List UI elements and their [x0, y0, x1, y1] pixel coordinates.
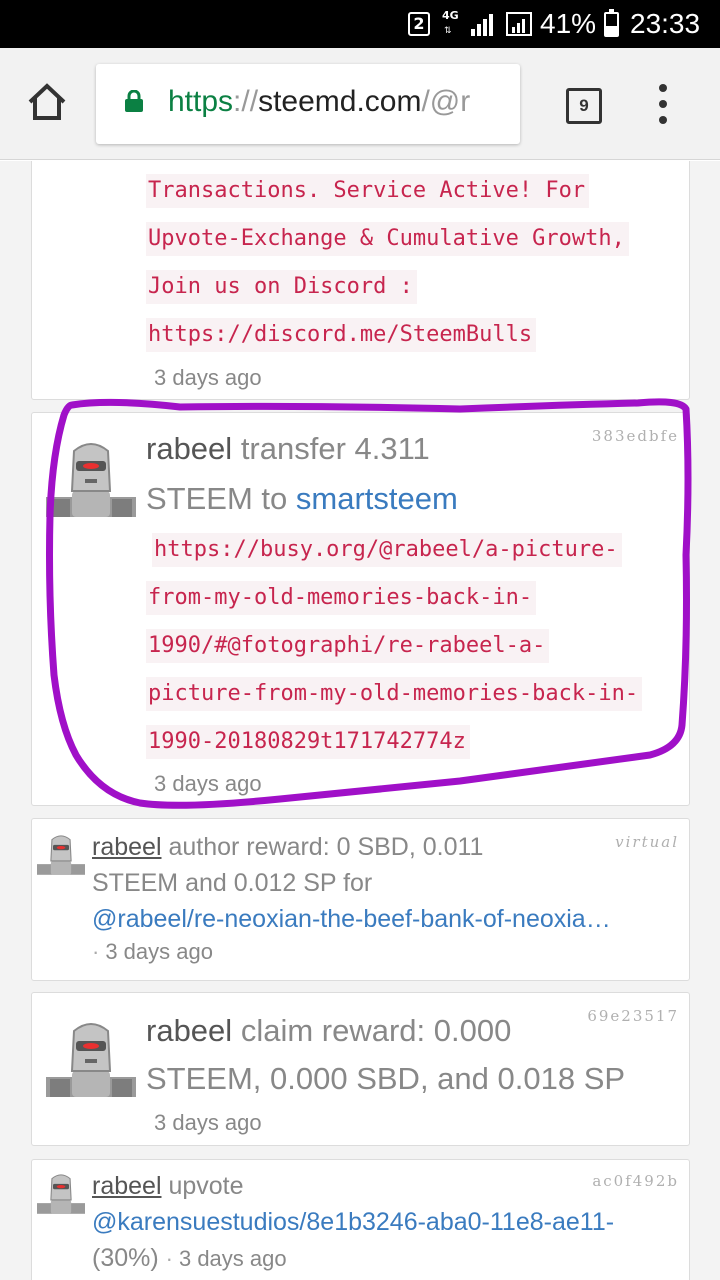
activity-text-line2: @karensuestudios/8e1b3246-aba0-11e8-ae11…	[92, 1204, 614, 1240]
tx-hash[interactable]: 383edbfe	[592, 427, 679, 445]
network-type: 4G	[442, 9, 459, 22]
robot-avatar-icon	[46, 443, 136, 517]
battery-level-fill	[606, 26, 617, 35]
permlink[interactable]: @karensuestudios/8e1b3246-aba0-11e8-ae11…	[92, 1208, 614, 1236]
menu-dot-icon	[659, 100, 667, 108]
battery-percent: 41%	[540, 8, 597, 39]
data-activity-icon: ⇅	[444, 25, 452, 35]
activity-card-author-reward: virtual rabeel author reward: 0 SBD, 0.0…	[31, 818, 690, 981]
signal-strength-2-icon	[506, 12, 532, 36]
separator-dot: ·	[92, 939, 100, 964]
memo-line: https://busy.org/@rabeel/a-picture-	[152, 533, 622, 567]
robot-avatar-icon	[37, 1174, 85, 1214]
activity-action: upvote	[168, 1172, 244, 1200]
recipient-link[interactable]: smartsteem	[296, 481, 458, 516]
home-icon	[28, 83, 66, 120]
activity-card-claim-reward: 69e23517 rabeel claim reward: 0.000 STEE…	[31, 992, 690, 1146]
activity-feed[interactable]: Transactions. Service Active! For Upvote…	[0, 161, 720, 1280]
username-link[interactable]: rabeel	[146, 1013, 232, 1048]
sim-slot-indicator: 2	[408, 12, 430, 36]
memo-line: Join us on Discord :	[146, 270, 417, 304]
menu-dot-icon	[659, 116, 667, 124]
timestamp: 3 days ago	[105, 939, 213, 964]
activity-action: author reward: 0 SBD, 0.011	[168, 833, 484, 861]
url-text: https://steemd.com/@r	[168, 84, 470, 120]
tx-hash: virtual	[615, 833, 679, 851]
memo-line: picture-from-my-old-memories-back-in-	[146, 677, 643, 711]
username-link[interactable]: rabeel	[92, 833, 162, 861]
menu-dot-icon	[659, 84, 667, 92]
home-button[interactable]	[26, 82, 68, 122]
robot-avatar-icon	[46, 1023, 136, 1097]
activity-text-line3: (30%) · 3 days ago	[92, 1240, 287, 1277]
memo-line: 1990-20180829t171742774z	[146, 725, 470, 759]
memo-line: 1990/#@fotographi/re-rabeel-a-	[146, 629, 550, 663]
memo-link[interactable]: https://discord.me/SteemBulls	[146, 318, 537, 352]
activity-action: transfer 4.311	[240, 431, 430, 466]
url-host: steemd.com	[258, 85, 422, 118]
url-path: /@r	[421, 85, 471, 118]
overflow-menu-button[interactable]	[650, 84, 678, 124]
activity-text-line2: STEEM, 0.000 SBD, and 0.018 SP	[146, 1061, 626, 1096]
activity-text: rabeel claim reward: 0.000	[146, 1007, 511, 1055]
activity-text-line2: STEEM and 0.012 SP for	[92, 869, 373, 897]
timestamp: 3 days ago	[154, 365, 262, 390]
url-scheme: https	[168, 85, 234, 118]
activity-text-line3: @rabeel/re-neoxian-the-beef-bank-of-neox…	[92, 901, 611, 937]
vote-weight: (30%)	[92, 1244, 159, 1272]
tx-hash[interactable]: 69e23517	[587, 1007, 679, 1025]
tx-hash[interactable]: ac0f492b	[592, 1172, 679, 1190]
battery-icon	[604, 9, 619, 37]
username-link[interactable]: rabeel	[146, 431, 232, 466]
tab-switcher-button[interactable]: 9	[566, 88, 602, 124]
robot-avatar-icon	[37, 835, 85, 875]
activity-text: rabeel author reward: 0 SBD, 0.011	[92, 829, 483, 865]
memo-line: from-my-old-memories-back-in-	[146, 581, 537, 615]
separator-dot: ·	[165, 1246, 173, 1271]
memo-line: Transactions. Service Active! For	[146, 174, 590, 208]
address-bar[interactable]: https://steemd.com/@r	[96, 64, 520, 144]
secure-lock-icon	[125, 90, 143, 112]
username-link[interactable]: rabeel	[92, 1172, 162, 1200]
avatar[interactable]	[37, 1172, 85, 1214]
avatar[interactable]	[37, 833, 85, 875]
activity-text: rabeel transfer 4.311	[146, 425, 430, 473]
permlink[interactable]: @rabeel/re-neoxian-the-beef-bank-of-neox…	[92, 905, 611, 933]
timestamp: 3 days ago	[154, 771, 262, 796]
browser-toolbar: https://steemd.com/@r 9	[0, 48, 720, 160]
signal-strength-icon	[468, 12, 494, 36]
avatar[interactable]	[46, 1019, 136, 1097]
activity-amount: STEEM to	[146, 481, 288, 516]
activity-text-line2: STEEM to smartsteem	[146, 475, 458, 523]
timestamp-row: · 3 days ago	[92, 937, 213, 967]
activity-card: Transactions. Service Active! For Upvote…	[31, 161, 690, 400]
status-bar: 2 4G ⇅ 41% 23:33	[0, 0, 720, 48]
url-separator: ://	[233, 85, 259, 118]
activity-card-transfer: 383edbfe rabeel transfer 4.311 STEEM to …	[31, 412, 690, 806]
avatar[interactable]	[46, 439, 136, 517]
activity-card-upvote: ac0f492b rabeel upvote @karensuestudios/…	[31, 1159, 690, 1280]
memo-line: Upvote-Exchange & Cumulative Growth,	[146, 222, 629, 256]
clock: 23:33	[630, 8, 701, 39]
activity-action: claim reward: 0.000	[240, 1013, 512, 1048]
timestamp: 3 days ago	[154, 1110, 262, 1135]
timestamp: 3 days ago	[178, 1246, 287, 1271]
activity-text: rabeel upvote	[92, 1168, 244, 1204]
